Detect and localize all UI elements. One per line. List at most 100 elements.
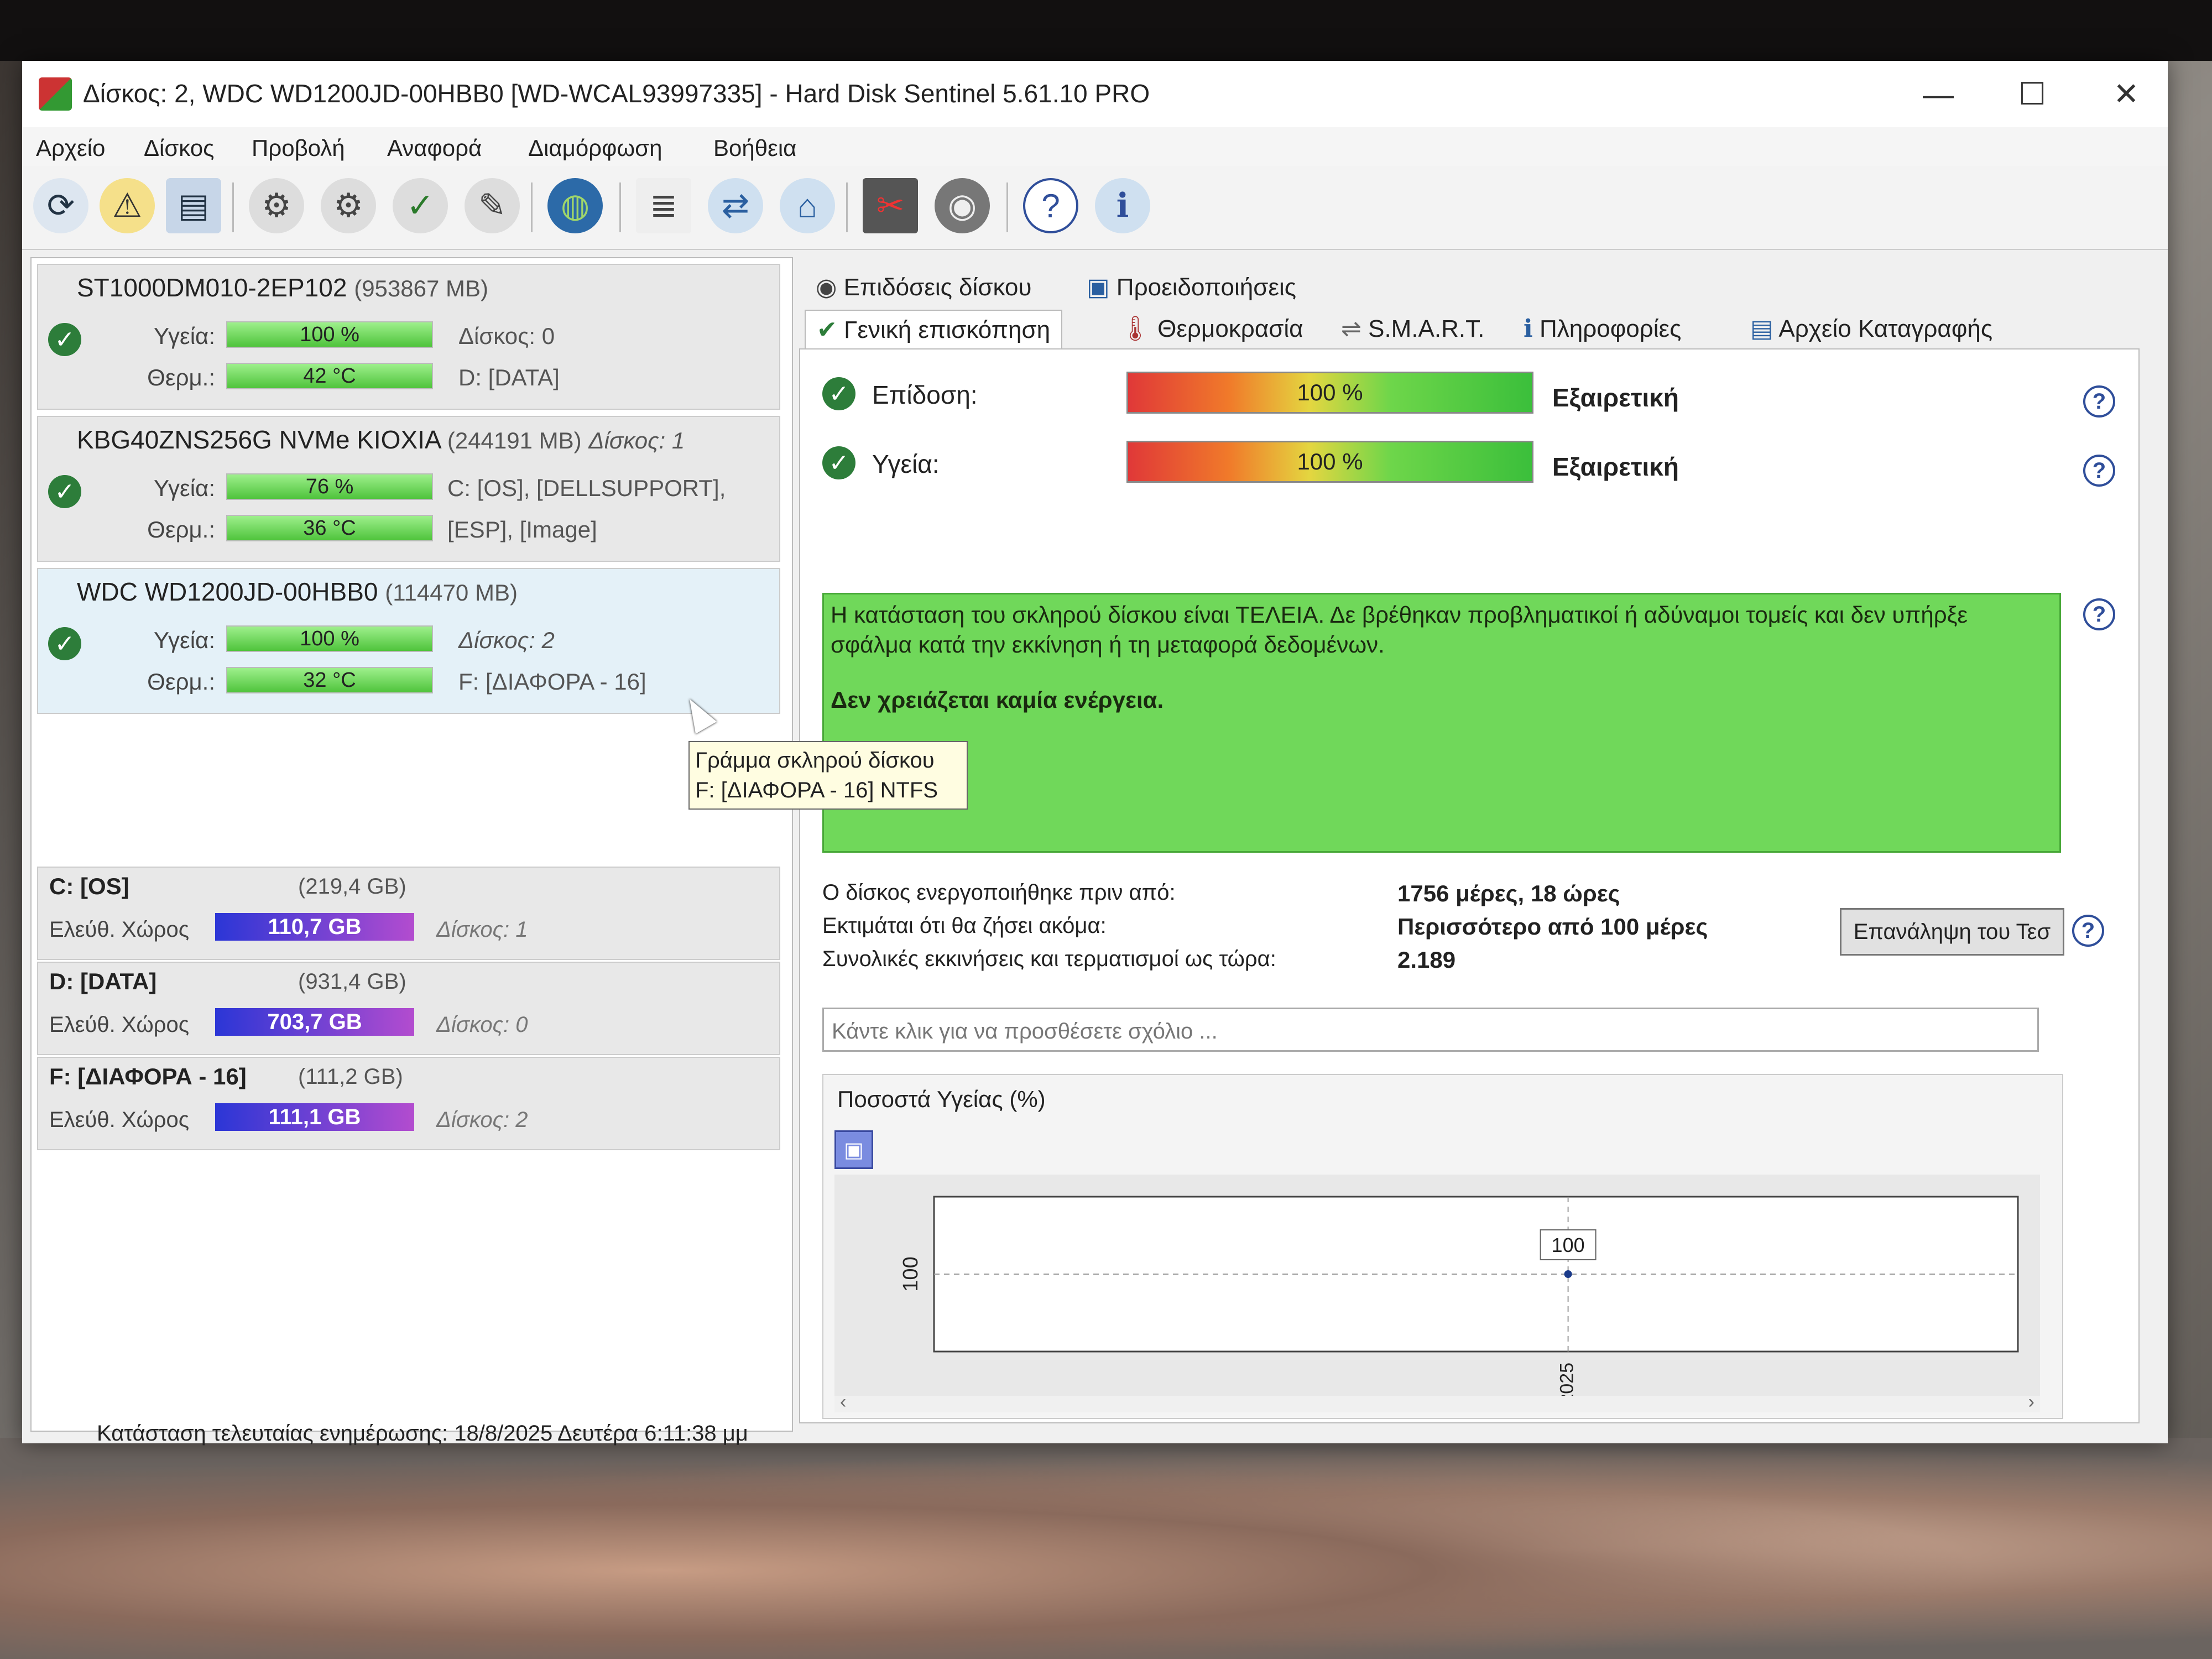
repair-icon[interactable]: ✎ [465, 178, 520, 233]
volume-disk: Δίσκος: 2 [436, 1108, 528, 1132]
app-logo-icon [39, 77, 72, 111]
performance-bar: 100 % [1126, 372, 1533, 414]
disk-list-panel: ST1000DM010-2EP102 (953867 MB) ✓ Υγεία: … [30, 257, 793, 1432]
temp-bar: 32 °C [226, 667, 433, 693]
disk-size: (114470 MB) [385, 580, 518, 606]
health-bar: 76 % [226, 473, 433, 500]
health-chart: 100 100 18/8/2025 [834, 1175, 2040, 1446]
volume-entry-c[interactable]: C: [OS] (219,4 GB) Ελεύθ. Χώρος 110,7 GB… [37, 867, 780, 960]
health-chart-svg: 100 100 18/8/2025 [899, 1196, 2019, 1446]
temp-bar: 42 °C [226, 363, 433, 389]
tab-disk-performance[interactable]: ◉ Επιδόσεις δίσκου [805, 268, 1042, 307]
chart-scrollbar[interactable]: ‹ › [834, 1391, 2040, 1412]
minimize-button[interactable]: — [1902, 72, 1974, 116]
network-icon[interactable]: ⌂ [780, 178, 835, 233]
health-label: Υγεία: [153, 627, 215, 653]
save-icon[interactable]: ▣ [834, 1130, 873, 1169]
disk-entry-1[interactable]: KBG40ZNS256G NVMe KIOXIA (244191 MB) Δίσ… [37, 416, 780, 562]
details-panel: ◉ Επιδόσεις δίσκου ▣ Προειδοποιήσεις ✔ Γ… [799, 257, 2159, 1446]
ok-check-icon: ✓ [822, 377, 855, 410]
title-bar[interactable]: Δίσκος: 2, WDC WD1200JD-00HBB0 [WD-WCAL9… [22, 61, 2168, 127]
disk-icon[interactable]: ▤ [166, 178, 221, 233]
temp-value: 36 °C [303, 516, 356, 540]
tab-overview[interactable]: ✔ Γενική επισκόπηση [805, 310, 1063, 349]
help-icon[interactable]: ? [2072, 915, 2104, 947]
power-icon[interactable]: ◉ [935, 178, 990, 233]
menu-help[interactable]: Βοήθεια [713, 135, 796, 161]
performance-label: Επίδοση: [872, 380, 978, 409]
tooltip-line-1: Γράμμα σκληρού δίσκου [695, 748, 935, 773]
tab-alerts[interactable]: ▣ Προειδοποιήσεις [1076, 268, 1307, 307]
free-space-label: Ελεύθ. Χώρος [49, 1108, 190, 1132]
scroll-right-icon[interactable]: › [2028, 1391, 2034, 1413]
toolbar: ⟳ ⚠ ▤ ⚙ ⚙ ✓ ✎ ◍ ≣ ⇄ ⌂ ✂ ◉ ? ℹ [22, 166, 2168, 250]
monitor-bezel [0, 0, 2212, 61]
surface-test-icon[interactable]: ⚙ [321, 178, 376, 233]
disk-entry-0[interactable]: ST1000DM010-2EP102 (953867 MB) ✓ Υγεία: … [37, 264, 780, 410]
disk-number: Δίσκος: 1 [588, 427, 685, 453]
tab-smart[interactable]: ⇌ S.M.A.R.T. [1330, 310, 1495, 348]
menu-disk[interactable]: Δίσκος [144, 135, 214, 161]
help-icon[interactable]: ? [2083, 598, 2115, 630]
health-bar: 100 % [1126, 441, 1533, 483]
health-bar: 100 % [226, 321, 433, 348]
health-bar: 100 % [226, 625, 433, 652]
smart-tab-icon: ⇌ [1341, 315, 1369, 342]
volume-entry-d[interactable]: D: [DATA] (931,4 GB) Ελεύθ. Χώρος 703,7 … [37, 962, 780, 1055]
help-icon[interactable]: ? [1023, 178, 1078, 233]
close-button[interactable]: ✕ [2090, 72, 2162, 116]
refresh-icon[interactable]: ⟳ [33, 178, 88, 233]
maximize-button[interactable]: ☐ [1996, 72, 2068, 116]
help-icon[interactable]: ? [2083, 385, 2115, 418]
volume-disk: Δίσκος: 0 [436, 1013, 528, 1037]
health-history-group: Ποσοστά Υγείας (%) ▣ 100 100 18/8/2025 ‹ › [822, 1074, 2063, 1446]
free-space-bar: 110,7 GB [215, 913, 414, 941]
sync-icon[interactable]: ⇄ [708, 178, 763, 233]
toolbar-separator [619, 182, 621, 232]
health-value: 100 % [300, 322, 359, 346]
tooltip-line-2: F: [ΔΙΑΦΟΡΑ - 16] NTFS [695, 778, 938, 802]
menu-report[interactable]: Αναφορά [387, 135, 482, 161]
menu-view[interactable]: Προβολή [252, 135, 345, 161]
start-stop-value: 2.189 [1397, 947, 1456, 973]
power-on-value: 1756 μέρες, 18 ώρες [1397, 880, 1620, 906]
tab-log[interactable]: ▤ Αρχείο Καταγραφής [1739, 310, 2004, 348]
health-label: Υγεία: [872, 450, 940, 478]
tab-label: Προειδοποιήσεις [1116, 274, 1297, 301]
disk-info-2: D: [DATA] [458, 364, 560, 390]
lifetime-label: Εκτιμάται ότι θα ζήσει ακόμα: [822, 914, 1107, 938]
menu-configuration[interactable]: Διαμόρφωση [528, 135, 662, 161]
free-space-label: Ελεύθ. Χώρος [49, 1013, 190, 1037]
performance-rating: Εξαιρετική [1552, 383, 1679, 412]
tab-information[interactable]: ℹ Πληροφορίες [1512, 310, 1692, 348]
warning-icon[interactable]: ⚠ [100, 178, 155, 233]
chart-title: Ποσοστά Υγείας (%) [837, 1086, 1046, 1112]
verify-icon[interactable]: ✓ [393, 178, 448, 233]
help-icon[interactable]: ? [2083, 455, 2115, 487]
status-text: Η κατάσταση του σκληρού δίσκου είναι ΤΕΛ… [831, 602, 1968, 658]
disk-entry-2[interactable]: WDC WD1200JD-00HBB0 (114470 MB) ✓ Υγεία:… [37, 568, 780, 714]
repeat-test-button[interactable]: Επανάληψη του Τεσ [1840, 908, 2064, 956]
menu-file[interactable]: Αρχείο [36, 135, 105, 161]
temp-label: Θερμ.: [147, 364, 215, 390]
volume-entry-f[interactable]: F: [ΔΙΑΦΟΡΑ - 16] (111,2 GB) Ελεύθ. Χώρο… [37, 1057, 780, 1150]
toolbar-separator [1006, 182, 1008, 232]
globe-icon[interactable]: ◍ [547, 178, 603, 233]
action-text: Δεν χρειάζεται καμία ενέργεια. [831, 687, 1164, 713]
temp-bar: 36 °C [226, 515, 433, 541]
power-on-label: Ο δίσκος ενεργοποιήθηκε πριν από: [822, 880, 1176, 905]
scroll-left-icon[interactable]: ‹ [840, 1391, 846, 1413]
performance-tab-icon: ◉ [816, 274, 844, 301]
test-icon[interactable]: ⚙ [249, 178, 304, 233]
acoustic-icon[interactable]: ✂ [863, 178, 918, 233]
temp-value: 42 °C [303, 364, 356, 388]
toolbar-separator [846, 182, 848, 232]
comment-field[interactable]: Κάντε κλικ για να προσθέσετε σχόλιο ... [822, 1008, 2039, 1052]
report-icon[interactable]: ≣ [636, 178, 691, 233]
menu-bar: Αρχείο Δίσκος Προβολή Αναφορά Διαμόρφωση… [22, 127, 2168, 166]
disk-title: KBG40ZNS256G NVMe KIOXIA (244191 MB) Δίσ… [77, 425, 685, 455]
tab-temperature[interactable]: 🌡 Θερμοκρασία [1109, 310, 1314, 348]
lifetime-value: Περισσότερο από 100 μέρες [1397, 914, 1708, 940]
info-icon[interactable]: ℹ [1095, 178, 1150, 233]
toolbar-separator [232, 182, 234, 232]
